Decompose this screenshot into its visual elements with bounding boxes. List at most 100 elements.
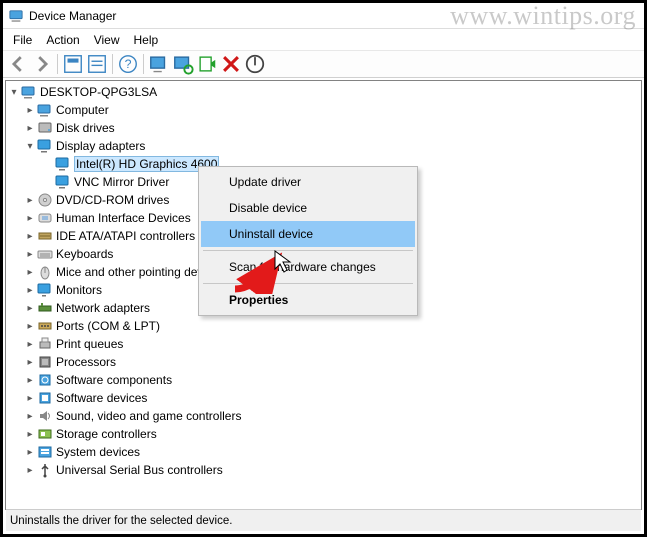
expander-icon[interactable]: ▸ [24,356,36,368]
printer-icon [37,336,53,352]
context-menu-item[interactable]: Disable device [201,195,415,221]
context-menu: Update driverDisable deviceUninstall dev… [198,166,418,316]
titlebar: Device Manager [3,3,644,29]
tree-item-label: Network adapters [56,301,150,315]
tree-item-system[interactable]: ▸ System devices [6,443,641,461]
expander-icon[interactable]: ▾ [8,86,20,98]
expander-icon[interactable]: ▾ [24,140,36,152]
expander-icon[interactable]: ▸ [24,374,36,386]
tree-item-display[interactable]: ▾ Display adapters [6,137,641,155]
update-driver-button[interactable] [148,53,170,75]
tree-item-label: Display adapters [56,139,145,153]
expander-icon[interactable]: ▸ [24,230,36,242]
menu-action[interactable]: Action [40,32,85,48]
expander-icon[interactable]: ▸ [24,410,36,422]
app-icon [9,9,23,23]
show-hidden-button[interactable] [62,53,84,75]
context-menu-item[interactable]: Scan for hardware changes [201,254,415,280]
cpu-icon [37,354,53,370]
menu-help[interactable]: Help [128,32,165,48]
expander-icon[interactable]: ▸ [24,464,36,476]
uninstall-button[interactable] [220,53,242,75]
keyboard-icon [37,246,53,262]
tree-item-swcomp[interactable]: ▸ Software components [6,371,641,389]
statusbar: Uninstalls the driver for the selected d… [6,509,641,531]
tree-item-label: Software components [56,373,172,387]
sound-icon [37,408,53,424]
context-menu-item[interactable]: Properties [201,287,415,313]
expander-icon[interactable]: ▸ [24,446,36,458]
back-button[interactable] [7,53,29,75]
context-menu-item[interactable]: Update driver [201,169,415,195]
expander-icon[interactable]: ▸ [24,122,36,134]
tree-item-label: Computer [56,103,109,117]
cd-icon [37,192,53,208]
expander-icon[interactable]: ▸ [24,302,36,314]
tree-item-label: Sound, video and game controllers [56,409,241,423]
disk-icon [37,120,53,136]
tree-item-computer[interactable]: ▸ Computer [6,101,641,119]
expander-icon[interactable]: ▸ [24,284,36,296]
tree-item-cpu[interactable]: ▸Processors [6,353,641,371]
display-icon [55,174,71,190]
tree-item-label: Software devices [56,391,147,405]
enable-device-button[interactable] [196,53,218,75]
expander-icon[interactable]: ▸ [24,194,36,206]
network-icon [37,300,53,316]
display-icon [37,138,53,154]
menu-view[interactable]: View [88,32,126,48]
menubar: File Action View Help [3,29,644,50]
tree-root[interactable]: ▾ DESKTOP-QPG3LSA [6,83,641,101]
tree-item-label: Disk drives [56,121,115,135]
system-icon [37,444,53,460]
ide-icon [37,228,53,244]
tree-item-disk[interactable]: ▸ Disk drives [6,119,641,137]
tree-item-label: Human Interface Devices [56,211,191,225]
tree-item-swdev[interactable]: ▸ Software devices [6,389,641,407]
tree-item-storage[interactable]: ▸ Storage controllers [6,425,641,443]
statusbar-text: Uninstalls the driver for the selected d… [10,515,232,527]
help-button[interactable]: ? [117,53,139,75]
toolbar-separator [143,54,144,74]
monitor-icon [37,282,53,298]
expander-icon[interactable]: ▸ [24,392,36,404]
port-icon [37,318,53,334]
swdev-icon [37,390,53,406]
tree-item-label: Storage controllers [56,427,157,441]
menu-file[interactable]: File [7,32,38,48]
expander-icon[interactable] [42,176,54,188]
expander-icon[interactable]: ▸ [24,104,36,116]
tree-item-port[interactable]: ▸ Ports (COM & LPT) [6,317,641,335]
tree-item-printer[interactable]: ▸ Print queues [6,335,641,353]
toolbar: ? [3,50,644,78]
expander-icon[interactable] [42,158,54,170]
tree-item-sound[interactable]: ▸ Sound, video and game controllers [6,407,641,425]
expander-icon[interactable]: ▸ [24,212,36,224]
tree-item-label: VNC Mirror Driver [74,175,169,189]
tree-item-usb[interactable]: ▸ Universal Serial Bus controllers [6,461,641,479]
tree-item-label: DESKTOP-QPG3LSA [40,85,157,99]
storage-icon [37,426,53,442]
expander-icon[interactable]: ▸ [24,266,36,278]
tree-item-label: Ports (COM & LPT) [56,319,160,333]
disable-button[interactable] [244,53,266,75]
hid-icon [37,210,53,226]
tree-item-label: DVD/CD-ROM drives [56,193,169,207]
tree-item-label: Universal Serial Bus controllers [56,463,223,477]
tree-item-label: IDE ATA/ATAPI controllers [56,229,195,243]
expander-icon[interactable]: ▸ [24,320,36,332]
context-menu-item[interactable]: Uninstall device [201,221,415,247]
context-menu-separator [203,250,413,251]
mouse-icon [37,264,53,280]
expander-icon[interactable]: ▸ [24,248,36,260]
properties-button[interactable] [86,53,108,75]
svg-text:?: ? [125,57,132,71]
computer-icon [37,102,53,118]
scan-hardware-button[interactable] [172,53,194,75]
expander-icon[interactable]: ▸ [24,338,36,350]
forward-button[interactable] [31,53,53,75]
toolbar-separator [57,54,58,74]
tree-item-label: System devices [56,445,140,459]
tree-item-label: Print queues [56,337,123,351]
expander-icon[interactable]: ▸ [24,428,36,440]
